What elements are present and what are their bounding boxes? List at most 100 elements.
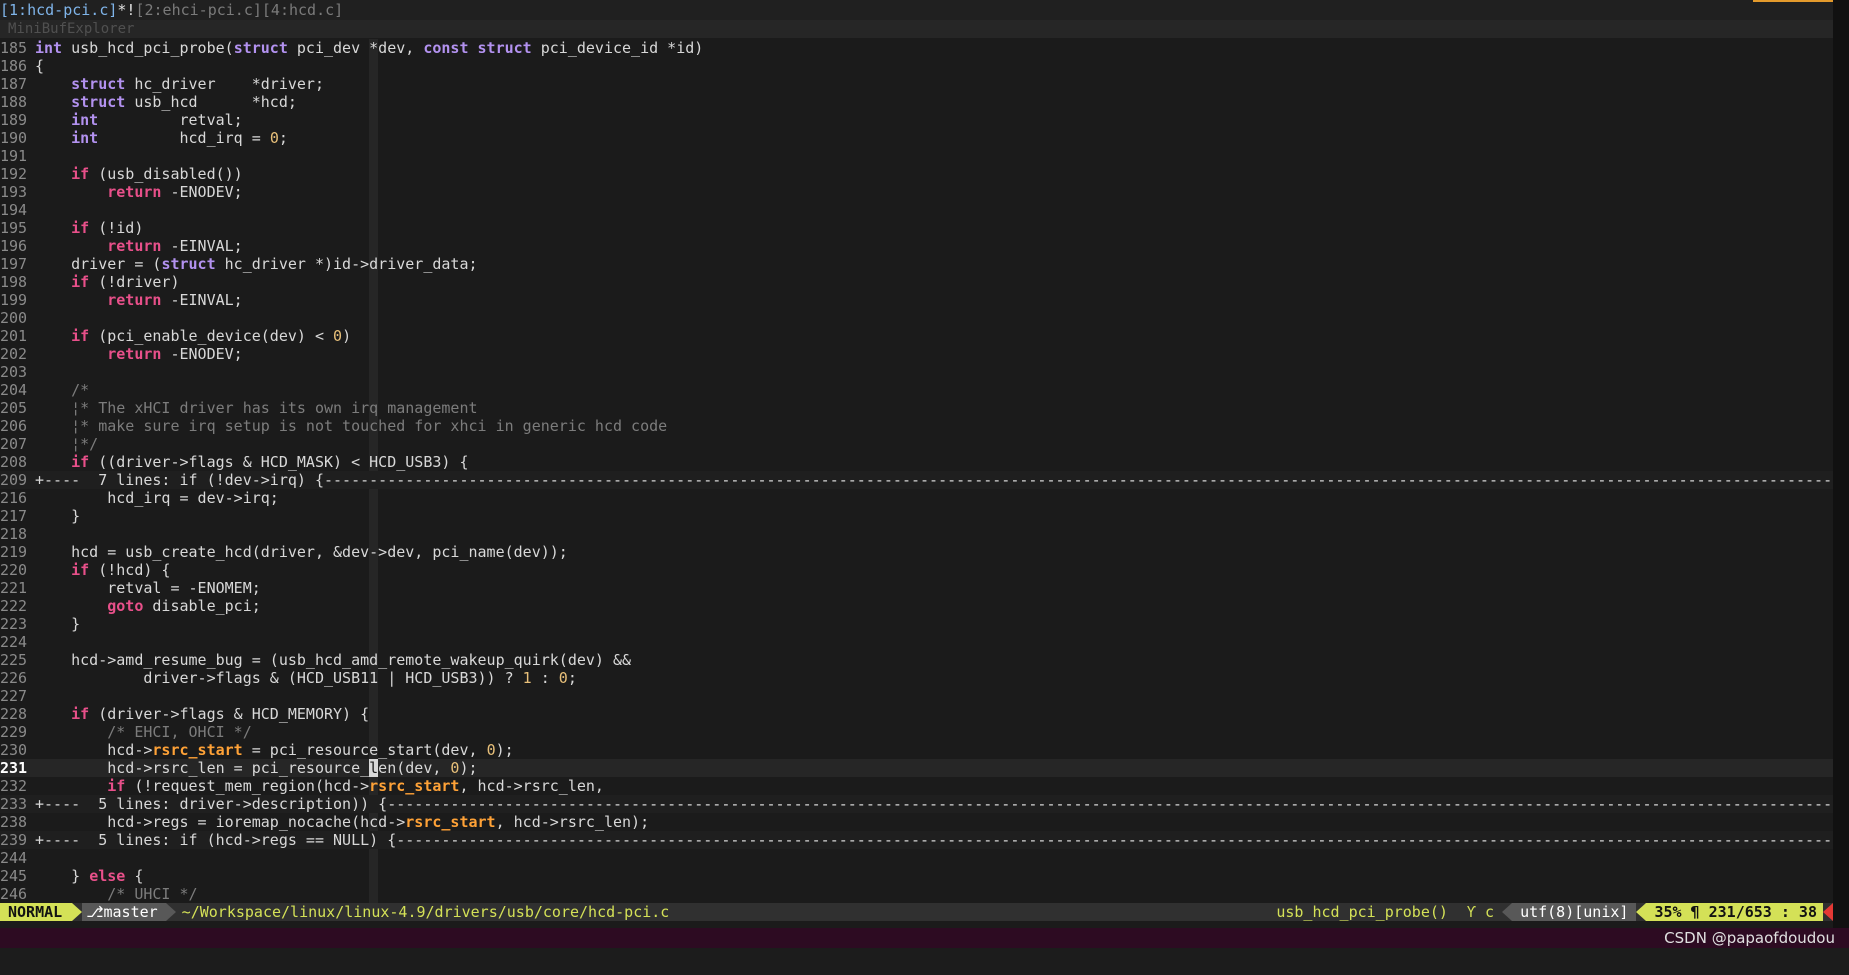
code-token: en(dev, <box>378 759 451 777</box>
code-text: +---- 7 lines: if (!dev->irq) {---------… <box>35 471 1833 489</box>
tab-other-buffers[interactable]: [2:ehci-pci.c][4:hcd.c] <box>135 1 343 19</box>
code-editor[interactable]: 185 int usb_hcd_pci_probe(struct pci_dev … <box>0 39 1833 903</box>
fold-marker[interactable]: 239 +---- 5 lines: if (hcd->regs == NULL)… <box>0 831 1833 849</box>
code-text: /* EHCI, OHCI */ <box>35 723 252 741</box>
code-token: driver->flags & (HCD_USB11 | HCD_USB3)) … <box>35 669 523 687</box>
line-number: 218 <box>0 525 28 543</box>
code-line: 192 if (usb_disabled()) <box>0 165 1833 183</box>
code-line: 216 hcd_irq = dev->irq; <box>0 489 1833 507</box>
line-number: 194 <box>0 201 28 219</box>
code-text: if (!id) <box>35 219 143 237</box>
code-line: 230 hcd->rsrc_start = pci_resource_start… <box>0 741 1833 759</box>
code-token: if <box>107 777 126 795</box>
code-token: (pci_enable_device(dev) < <box>89 327 334 345</box>
line-number: 220 <box>0 561 28 579</box>
code-text: hcd->rsrc_start = pci_resource_start(dev… <box>35 741 513 759</box>
line-number: 232 <box>0 777 28 795</box>
code-token: ¦* make sure irq setup is not touched fo… <box>71 417 668 435</box>
code-token: else <box>89 867 126 885</box>
line-number: 208 <box>0 453 28 471</box>
fold-marker[interactable]: 233 +---- 5 lines: driver->description)) … <box>0 795 1833 813</box>
code-token: hc_driver *)id->driver_data; <box>215 255 478 273</box>
code-token: struct <box>477 39 532 57</box>
code-token: , hcd->rsrc_len, <box>459 777 604 795</box>
code-line: 196 return -EINVAL; <box>0 237 1833 255</box>
code-line: 186 { <box>0 57 1833 75</box>
code-token: } <box>35 867 90 885</box>
line-number: 244 <box>0 849 28 867</box>
line-number: 245 <box>0 867 28 885</box>
code-text: if (!request_mem_region(hcd->rsrc_start,… <box>35 777 604 795</box>
code-text: } <box>35 615 80 633</box>
code-text: if (usb_disabled()) <box>35 165 243 183</box>
code-token: -EINVAL; <box>161 291 243 309</box>
terminal-scrollbar[interactable] <box>1833 0 1849 928</box>
code-text: } <box>35 507 80 525</box>
code-line: 245 } else { <box>0 867 1833 885</box>
code-text: hcd = usb_create_hcd(driver, &dev->dev, … <box>35 543 568 561</box>
buffer-tabline: [1:hcd-pci.c]*![2:ehci-pci.c][4:hcd.c] <box>0 0 1833 20</box>
line-number: 209 <box>0 471 28 489</box>
code-line: 190 int hcd_irq = 0; <box>0 129 1833 147</box>
code-line: 221 retval = -ENOMEM; <box>0 579 1833 597</box>
code-line: 228 if (driver->flags & HCD_MEMORY) { <box>0 705 1833 723</box>
code-text: int retval; <box>35 111 243 129</box>
code-line: 194 <box>0 201 1833 219</box>
code-token: (usb_disabled()) <box>89 165 243 183</box>
code-line: 187 struct hc_driver *driver; <box>0 75 1833 93</box>
git-branch: ⎇master <box>82 903 166 921</box>
code-token: ¦*/ <box>71 435 99 453</box>
code-line: 232 if (!request_mem_region(hcd->rsrc_st… <box>0 777 1833 795</box>
code-text: goto disable_pci; <box>35 597 261 615</box>
code-line: 185 int usb_hcd_pci_probe(struct pci_dev … <box>0 39 1833 57</box>
code-token: (!driver) <box>89 273 180 291</box>
text-cursor: l <box>369 759 379 777</box>
code-token: ¦* The xHCI driver has its own irq manag… <box>71 399 478 417</box>
code-token: +---- 5 lines: driver->description)) {--… <box>35 795 1833 813</box>
code-token: ; <box>278 129 288 147</box>
code-token: (driver->flags & HCD_MEMORY) { <box>89 705 370 723</box>
code-token: pci_device_id *id) <box>531 39 704 57</box>
code-token: rsrc_start <box>369 777 460 795</box>
code-text: return -ENODEV; <box>35 183 242 201</box>
code-text: return -EINVAL; <box>35 291 243 309</box>
code-text: ¦* The xHCI driver has its own irq manag… <box>35 399 478 417</box>
code-text: hcd->regs = ioremap_nocache(hcd->rsrc_st… <box>35 813 649 831</box>
code-text: int usb_hcd_pci_probe(struct pci_dev *de… <box>35 39 703 57</box>
code-token: pci_dev *dev, <box>287 39 424 57</box>
code-token: /* UHCI */ <box>107 885 198 903</box>
code-text: } else { <box>35 867 143 885</box>
code-token: hcd_irq = dev->irq; <box>35 489 279 507</box>
code-token: usb_hcd_pci_probe( <box>62 39 234 57</box>
code-text: hcd_irq = dev->irq; <box>35 489 279 507</box>
code-text: ¦*/ <box>35 435 98 453</box>
code-token: return <box>107 183 162 201</box>
line-number: 190 <box>0 129 28 147</box>
line-number: 198 <box>0 273 28 291</box>
line-number: 225 <box>0 651 28 669</box>
tab-hcd-pci[interactable]: [1:hcd-pci.c] <box>0 1 117 19</box>
code-line: 218 <box>0 525 1833 543</box>
code-token: rsrc_start <box>152 741 243 759</box>
desktop-bottom-strip: CSDN @papaofdoudou <box>0 928 1849 948</box>
code-text: driver->flags & (HCD_USB11 | HCD_USB3)) … <box>35 669 577 687</box>
code-line: 189 int retval; <box>0 111 1833 129</box>
code-text: hcd->amd_resume_bug = (usb_hcd_amd_remot… <box>35 651 631 669</box>
code-line: 246 /* UHCI */ <box>0 885 1833 903</box>
code-token: return <box>107 237 162 255</box>
statusline: NORMAL ⎇master ~/Workspace/linux/linux-4… <box>0 903 1833 921</box>
code-token: if <box>71 327 90 345</box>
fold-marker[interactable]: 209 +---- 7 lines: if (!dev->irq) {------… <box>0 471 1833 489</box>
